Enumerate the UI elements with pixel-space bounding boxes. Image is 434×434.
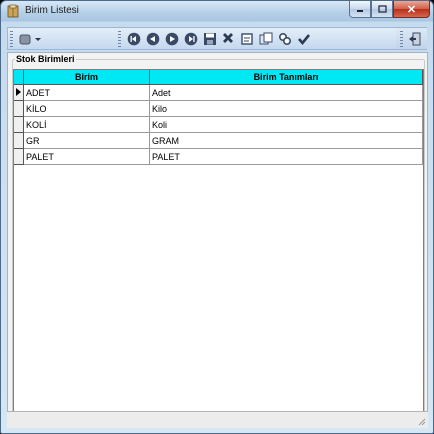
row-indicator[interactable] <box>14 85 24 101</box>
minimize-icon <box>357 10 363 12</box>
exit-button[interactable] <box>407 30 423 48</box>
close-icon: ✕ <box>406 3 417 16</box>
maximize-button[interactable] <box>371 1 393 18</box>
dropdown-button[interactable] <box>18 30 44 48</box>
toolbar-grip[interactable] <box>400 31 403 47</box>
maximize-icon <box>377 5 387 13</box>
app-icon <box>7 4 19 18</box>
birim-grid[interactable]: Birim Birim Tanımları ADET Adet KİLO Kilo KO… <box>13 69 424 413</box>
save-button[interactable] <box>202 30 218 48</box>
row-indicator[interactable] <box>14 101 24 117</box>
dropdown-icon <box>19 34 41 45</box>
title-bar[interactable]: Birim Listesi ✕ <box>1 1 433 21</box>
row-indicator[interactable] <box>14 133 24 149</box>
post-icon <box>298 34 311 46</box>
first-record-icon <box>127 32 141 46</box>
close-button[interactable]: ✕ <box>393 1 430 18</box>
last-record-button[interactable] <box>183 30 199 48</box>
next-record-icon <box>165 32 179 46</box>
next-record-button[interactable] <box>164 30 180 48</box>
header-indicator-cell <box>14 70 24 85</box>
cell-birim-tanimi[interactable]: Adet <box>150 85 423 101</box>
cell-birim[interactable]: KİLO <box>24 101 150 117</box>
refresh-icon <box>259 32 273 45</box>
first-record-button[interactable] <box>126 30 142 48</box>
table-row[interactable]: PALET PALET <box>14 149 423 165</box>
resize-grip-icon[interactable] <box>416 416 426 426</box>
edit-icon <box>241 33 253 45</box>
main-window: Birim Listesi ✕ Stok Birimleri Birim Bir… <box>0 0 434 434</box>
cell-birim[interactable]: ADET <box>24 85 150 101</box>
toolbar-grip[interactable] <box>10 31 13 47</box>
table-row[interactable]: ADET Adet <box>14 85 423 101</box>
cell-birim-tanimi[interactable]: Koli <box>150 117 423 133</box>
cell-birim-tanimi[interactable]: Kilo <box>150 101 423 117</box>
prior-record-icon <box>146 32 160 46</box>
last-record-icon <box>184 32 198 46</box>
stok-birimleri-group: Stok Birimleri Birim Birim Tanımları ADE… <box>12 54 425 414</box>
post-button[interactable] <box>296 30 312 48</box>
minimize-button[interactable] <box>349 1 371 18</box>
cell-birim[interactable]: KOLİ <box>24 117 150 133</box>
group-title: Stok Birimleri <box>15 54 76 64</box>
table-row[interactable]: GR GRAM <box>14 133 423 149</box>
row-indicator[interactable] <box>14 149 24 165</box>
grid-header: Birim Birim Tanımları <box>14 70 423 85</box>
table-row[interactable]: KOLİ Koli <box>14 117 423 133</box>
current-row-arrow-icon <box>16 88 21 96</box>
cell-birim-tanimi[interactable]: GRAM <box>150 133 423 149</box>
cell-birim-tanimi[interactable]: PALET <box>150 149 423 165</box>
prior-record-button[interactable] <box>145 30 161 48</box>
cell-birim[interactable]: GR <box>24 133 150 149</box>
exit-icon <box>409 32 421 46</box>
refresh-button[interactable] <box>258 30 274 48</box>
cell-birim[interactable]: PALET <box>24 149 150 165</box>
delete-button[interactable] <box>220 30 236 48</box>
filter-button[interactable] <box>277 30 293 48</box>
filter-icon <box>278 32 292 46</box>
table-row[interactable]: KİLO Kilo <box>14 101 423 117</box>
row-indicator[interactable] <box>14 117 24 133</box>
column-header-birim[interactable]: Birim <box>24 70 150 85</box>
delete-icon <box>223 33 233 43</box>
toolbar <box>7 27 427 50</box>
window-title: Birim Listesi <box>25 5 79 16</box>
column-header-birim-tanimlari[interactable]: Birim Tanımları <box>150 70 423 85</box>
toolbar-grip[interactable] <box>118 31 121 47</box>
save-icon <box>204 33 216 45</box>
status-bar <box>7 411 428 428</box>
edit-button[interactable] <box>239 30 255 48</box>
client-area: Stok Birimleri Birim Birim Tanımları ADE… <box>7 52 428 428</box>
